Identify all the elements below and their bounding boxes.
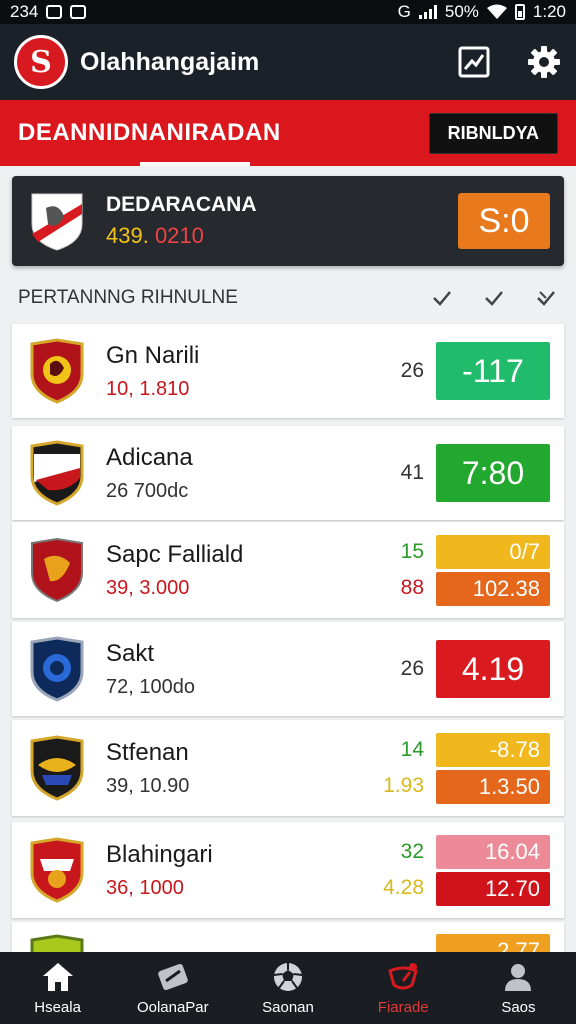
favorite-icon: [388, 962, 418, 989]
team-stats: 26 700dc: [106, 479, 189, 502]
nav-favorites[interactable]: Fiarade: [346, 952, 461, 1024]
app-logo[interactable]: S: [14, 35, 68, 89]
gear-icon: [528, 46, 560, 78]
nav-profile[interactable]: Saos: [461, 952, 576, 1024]
match-count-secondary: 88: [400, 576, 424, 599]
match-row[interactable]: Sapc Falliald 39, 3.000 15 88 0/7 102.38: [12, 522, 564, 618]
team-name: Sapc Falliald: [106, 540, 244, 568]
nav-bets[interactable]: OolanaPar: [115, 952, 230, 1024]
team-stats: 10, 1.810: [106, 377, 190, 400]
category-action-button[interactable]: RIBNLDYA: [428, 112, 558, 154]
team-stats: 39, 10.90: [106, 774, 190, 797]
featured-match-card[interactable]: DEDARACANA 439. 0210 S:0: [12, 176, 564, 266]
featured-sub-a: 439.: [106, 223, 155, 248]
ticket-icon: [158, 963, 188, 990]
signal-icon: [418, 5, 437, 19]
match-row[interactable]: Adicana 26 700dc 41 7:80: [12, 426, 564, 520]
home-icon: [42, 962, 73, 991]
team-crest-icon: [30, 440, 84, 506]
odds-button[interactable]: -117: [436, 342, 550, 400]
check-icon: [485, 291, 503, 306]
app-bar: S Olahhangajaim: [0, 24, 576, 100]
chart-icon: [458, 46, 490, 78]
match-count: 41: [400, 461, 424, 484]
featured-score-button[interactable]: S:0: [458, 193, 550, 249]
category-title[interactable]: DEANNIDNANIRADAN: [18, 119, 281, 147]
profile-icon: [505, 963, 532, 991]
featured-subtitle: 439. 0210: [106, 223, 257, 249]
team-stats: 72, 100do: [106, 675, 195, 698]
status-time-right: 1:20: [532, 2, 566, 21]
app-title: Olahhangajaim: [80, 47, 260, 76]
wifi-icon: [486, 4, 507, 19]
odds-button[interactable]: -8.78: [436, 732, 550, 767]
filter-check-2[interactable]: [482, 286, 506, 310]
nav-label: OolanaPar: [136, 998, 209, 1016]
nav-sports[interactable]: Saonan: [230, 952, 345, 1024]
check-icon: [537, 291, 555, 306]
match-count: 32: [400, 840, 424, 863]
status-bar: 234 G 50% 1:20: [0, 0, 576, 24]
nav-label: Hseala: [34, 998, 81, 1016]
section-title: PERTANNNG RIHNULNE: [18, 287, 238, 308]
odds-button[interactable]: 0/7: [436, 534, 550, 569]
stats-button[interactable]: [456, 44, 492, 80]
team-crest-icon: [30, 837, 84, 903]
match-row[interactable]: Blahingari 36, 1000 32 4.28 16.04 12.70: [12, 822, 564, 918]
match-count: 26: [400, 657, 424, 680]
filter-check-1[interactable]: [430, 286, 454, 310]
match-row[interactable]: Gn Narili 10, 1.810 26 -117: [12, 324, 564, 418]
logo-letter: S: [30, 44, 52, 80]
bottom-navigation: Hseala OolanaPar Saonan Fiarade Saos: [0, 952, 576, 1024]
gallery-icon: [70, 5, 87, 19]
match-count: 15: [400, 540, 424, 563]
featured-team-name: DEDARACANA: [106, 193, 257, 216]
nav-label: Saonan: [262, 998, 314, 1016]
soccer-ball-icon: [273, 962, 303, 991]
filter-check-3[interactable]: [534, 286, 558, 310]
check-icon: [433, 291, 451, 306]
team-name: Sakt: [106, 639, 155, 667]
category-bar: DEANNIDNANIRADAN RIBNLDYA: [0, 100, 576, 166]
odds-button[interactable]: 7:80: [436, 444, 550, 502]
team-name: Adicana: [106, 443, 193, 471]
team-crest-icon: [31, 193, 83, 251]
match-count: 26: [400, 359, 424, 382]
nav-label: Fiarade: [377, 998, 429, 1016]
team-name: Blahingari: [106, 840, 213, 868]
team-name: Gn Narili: [106, 341, 200, 369]
odds-button-secondary[interactable]: 1.3.50: [436, 769, 550, 804]
match-row[interactable]: Sakt 72, 100do 26 4.19: [12, 622, 564, 716]
team-crest-icon: [31, 537, 83, 603]
battery-percent: 50%: [444, 2, 479, 21]
tab-indicator: [140, 162, 250, 166]
odds-button[interactable]: 16.04: [436, 834, 550, 869]
match-count-secondary: 1.93: [383, 774, 424, 797]
match-row[interactable]: Stfenan 39, 10.90 14 1.93 -8.78 1.3.50: [12, 720, 564, 816]
match-count: 14: [400, 738, 424, 761]
team-crest-icon: [30, 636, 84, 702]
odds-button-secondary[interactable]: 102.38: [436, 571, 550, 606]
odds-button-secondary[interactable]: 12.70: [436, 871, 550, 906]
team-stats: 36, 1000: [106, 876, 184, 899]
nav-label: Saos: [501, 998, 536, 1016]
featured-sub-b: 0210: [154, 223, 204, 248]
team-crest-icon: [30, 735, 84, 801]
network-type: G: [397, 2, 411, 21]
match-count-secondary: 4.28: [383, 876, 424, 899]
notification-icon: [46, 5, 63, 19]
team-stats: 39, 3.000: [106, 576, 190, 599]
section-header: PERTANNNG RIHNULNE: [18, 282, 558, 314]
status-time-left: 234: [10, 2, 39, 21]
team-crest-icon: [30, 338, 84, 404]
settings-button[interactable]: [526, 44, 562, 80]
nav-home[interactable]: Hseala: [0, 952, 115, 1024]
team-name: Stfenan: [106, 738, 189, 766]
odds-button[interactable]: 4.19: [436, 640, 550, 698]
battery-icon: [514, 4, 525, 20]
